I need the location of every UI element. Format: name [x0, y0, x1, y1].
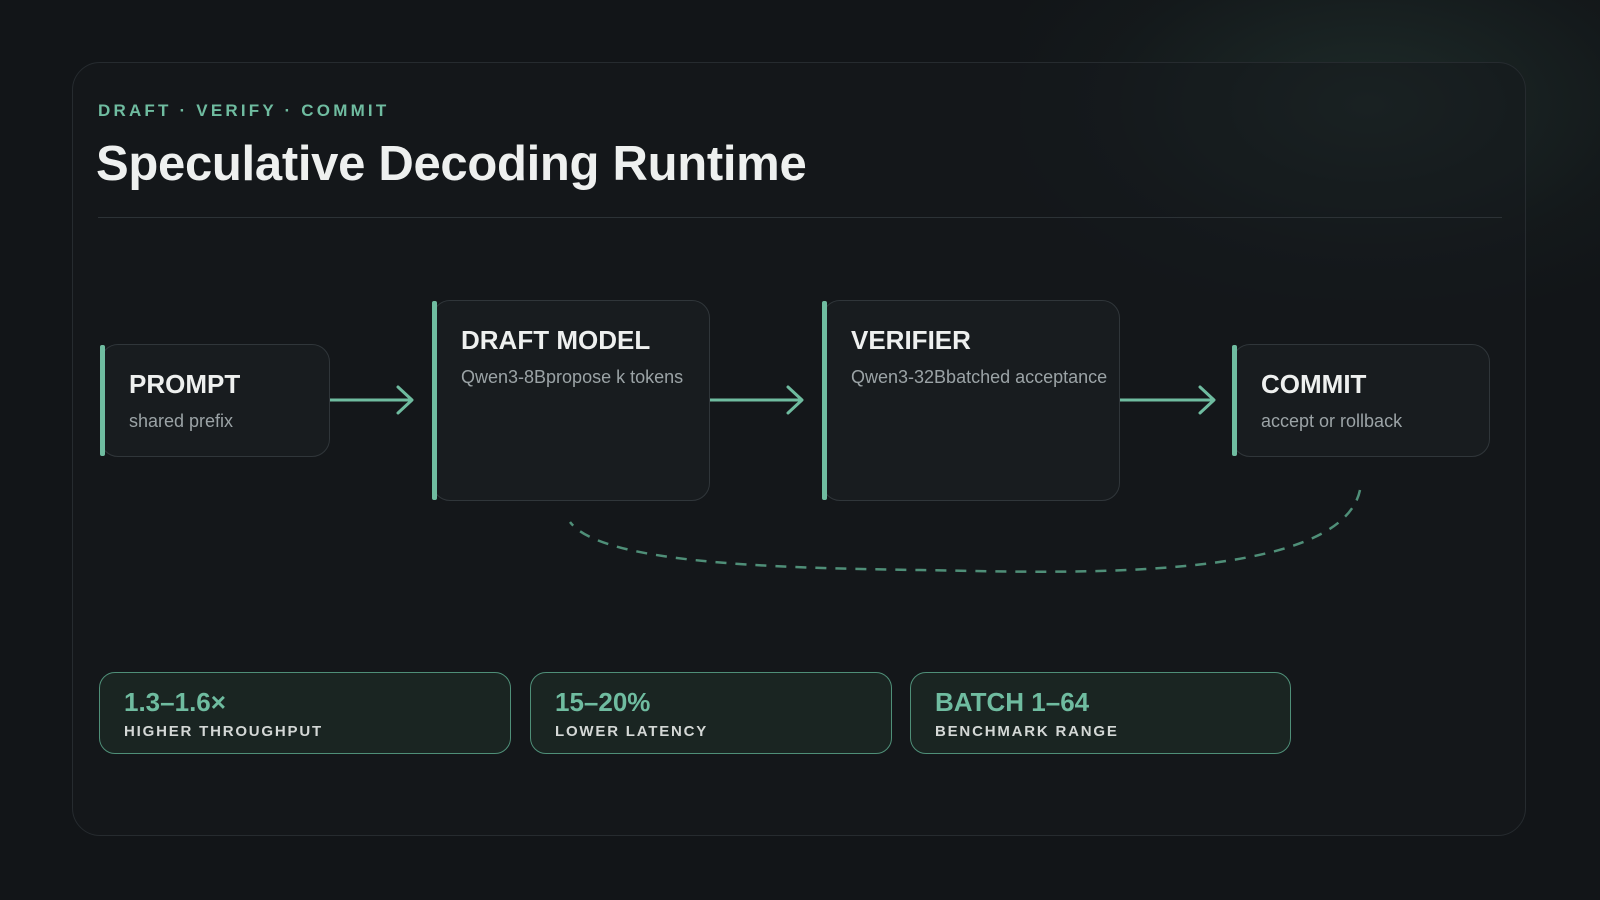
metric-label: BENCHMARK RANGE — [935, 723, 1119, 740]
metric-batch-range: BATCH 1–64 BENCHMARK RANGE — [910, 672, 1291, 754]
metric-label: HIGHER THROUGHPUT — [124, 723, 323, 740]
node-prompt: PROMPT shared prefix — [100, 344, 330, 457]
metric-value: 1.3–1.6× — [124, 687, 226, 717]
metric-label: LOWER LATENCY — [555, 723, 709, 740]
node-commit: COMMIT accept or rollback — [1232, 344, 1490, 457]
node-subtitle: shared prefix — [129, 411, 234, 431]
node-accent-bar — [822, 301, 827, 500]
node-title: PROMPT — [129, 369, 241, 399]
arrow-draft-to-verifier — [708, 385, 804, 415]
metric-value: BATCH 1–64 — [935, 687, 1090, 717]
rollback-loop-path — [569, 489, 1362, 573]
metric-value: 15–20% — [555, 687, 651, 717]
node-title: COMMIT — [1261, 369, 1367, 399]
node-subtitle: accept or rollback — [1261, 411, 1403, 431]
arrow-verifier-to-commit — [1118, 385, 1216, 415]
metric-throughput: 1.3–1.6× HIGHER THROUGHPUT — [99, 672, 511, 754]
metric-latency: 15–20% LOWER LATENCY — [530, 672, 892, 754]
node-title: VERIFIER — [851, 325, 971, 355]
node-subtitle: Qwen3-32Bbatched acceptance — [851, 367, 1108, 387]
node-accent-bar — [1232, 345, 1237, 456]
node-draft-model: DRAFT MODEL Qwen3-8Bpropose k tokens — [432, 300, 710, 501]
node-accent-bar — [432, 301, 437, 500]
node-verifier: VERIFIER Qwen3-32Bbatched acceptance — [822, 300, 1120, 501]
node-subtitle: Qwen3-8Bpropose k tokens — [461, 367, 684, 387]
arrow-prompt-to-draft — [328, 385, 414, 415]
node-title: DRAFT MODEL — [461, 325, 651, 355]
node-accent-bar — [100, 345, 105, 456]
